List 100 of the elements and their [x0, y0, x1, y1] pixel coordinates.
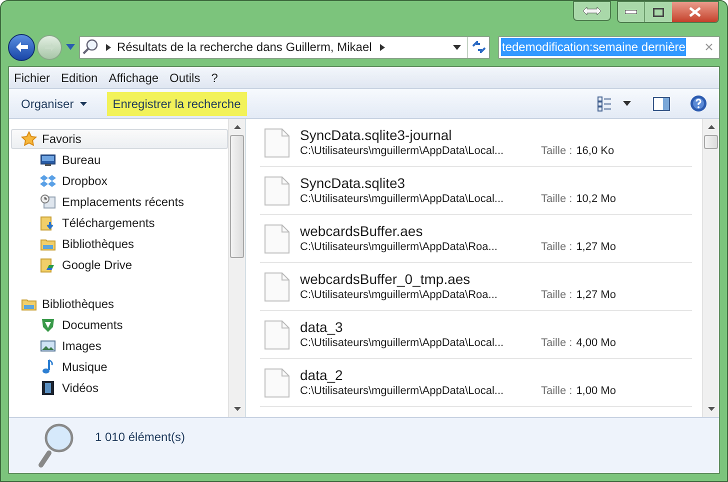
minimize-icon	[625, 10, 637, 14]
download-folder-icon	[40, 214, 56, 230]
file-name: data_2	[300, 366, 344, 384]
film-icon	[40, 380, 56, 396]
resize-button[interactable]	[573, 1, 611, 21]
back-button[interactable]	[8, 34, 35, 60]
scrollbar[interactable]	[228, 119, 245, 417]
file-name: webcardsBuffer.aes	[300, 222, 424, 240]
monitor-icon	[40, 152, 56, 168]
clock-folder-icon	[40, 194, 56, 210]
maximize-icon	[653, 8, 664, 16]
scroll-up-icon[interactable]	[234, 125, 240, 129]
nav-group-header[interactable]: Favoris	[11, 129, 228, 149]
scroll-thumb[interactable]	[704, 135, 718, 149]
nav-item[interactable]: Bibliothèques	[11, 233, 228, 254]
nav-item[interactable]: Documents	[11, 314, 228, 335]
file-row[interactable]: data_2 C:\Utilisateurs\mguillerm\AppData\Local... Taille : 1,00 Mo	[260, 359, 692, 407]
search-icon	[82, 39, 100, 55]
scroll-down-icon[interactable]	[234, 407, 240, 411]
search-text: tedemodification:semaine dernière	[501, 38, 686, 56]
image-icon	[40, 338, 56, 354]
nav-item[interactable]: Téléchargements	[11, 212, 228, 233]
file-icon	[264, 128, 290, 158]
double-arrow-icon	[583, 7, 601, 15]
scroll-thumb[interactable]	[230, 135, 244, 258]
drive-folder-icon	[40, 256, 56, 272]
dropdown-icon[interactable]	[453, 44, 461, 50]
nav-group-header[interactable]: Bibliothèques	[11, 294, 228, 314]
caret-icon	[80, 102, 87, 106]
file-row[interactable]: data_3 C:\Utilisateurs\mguillerm\AppData\Local... Taille : 4,00 Mo	[260, 311, 692, 359]
file-row[interactable]: webcardsBuffer_0_tmp.aes C:\Utilisateurs\mguillerm\AppData\Roa... Taille : 1,27 Mo	[260, 263, 692, 311]
menu-item[interactable]: Edition	[61, 68, 98, 86]
breadcrumb[interactable]: Résultats de la recherche dans Guillerm, Mikael	[117, 38, 372, 56]
file-path: C:\Utilisateurs\mguillerm\AppData\Local...	[300, 144, 505, 159]
menu-item[interactable]: Outils	[170, 68, 200, 86]
forward-arrow-icon	[44, 42, 56, 52]
shield-icon	[40, 316, 56, 332]
nav-item[interactable]: Vidéos	[11, 377, 228, 398]
nav-item[interactable]: Musique	[11, 356, 228, 377]
file-icon	[264, 272, 290, 302]
box-icon	[40, 172, 56, 188]
close-icon	[689, 7, 701, 17]
file-icon	[264, 176, 290, 206]
star-icon	[21, 131, 37, 147]
back-arrow-icon	[14, 41, 28, 53]
scroll-up-icon[interactable]	[708, 125, 714, 129]
organize-button[interactable]: Organiser	[21, 94, 87, 112]
scroll-down-icon[interactable]	[708, 407, 714, 411]
maximize-button[interactable]	[645, 2, 672, 22]
caret-icon[interactable]	[623, 101, 631, 106]
file-path: C:\Utilisateurs\mguillerm\AppData\Local...	[300, 384, 505, 399]
file-path: C:\Utilisateurs\mguillerm\AppData\Roa...	[300, 240, 498, 255]
file-icon	[264, 368, 290, 398]
item-count: 1 010 élément(s)	[95, 428, 186, 446]
help-icon[interactable]	[690, 95, 707, 112]
file-row[interactable]: SyncData.sqlite3 C:\Utilisateurs\mguillerm\AppData\Local... Taille : 10,2 Mo	[260, 167, 692, 215]
file-size: 4,00 Mo	[576, 336, 616, 351]
file-name: SyncData.sqlite3-journal	[300, 126, 453, 144]
size-label: Taille :	[541, 384, 572, 399]
size-label: Taille :	[541, 192, 572, 207]
file-size: 1,27 Mo	[576, 240, 616, 255]
file-size: 10,2 Mo	[576, 192, 616, 207]
nav-item[interactable]: Google Drive	[11, 254, 228, 275]
magnifier-icon	[37, 422, 75, 468]
size-label: Taille :	[541, 240, 572, 255]
save-search-button[interactable]: Enregistrer la recherche	[106, 92, 247, 116]
clear-icon[interactable]	[705, 43, 713, 51]
chevron-icon	[380, 44, 385, 50]
minimize-button[interactable]	[618, 2, 645, 22]
size-label: Taille :	[541, 336, 572, 351]
file-path: C:\Utilisateurs\mguillerm\AppData\Local...	[300, 336, 505, 351]
nav-item[interactable]: Emplacements récents	[11, 191, 228, 212]
close-button[interactable]	[672, 2, 718, 22]
size-label: Taille :	[541, 288, 572, 303]
menu-item[interactable]: Affichage	[108, 68, 159, 86]
chevron-icon	[106, 44, 111, 50]
file-path: C:\Utilisateurs\mguillerm\AppData\Local...	[300, 192, 505, 207]
refresh-icon	[472, 41, 486, 53]
address-bar[interactable]: Résultats de la recherche dans Guillerm, Mikael	[79, 36, 490, 58]
file-row[interactable]: SyncData.sqlite3-journal C:\Utilisateurs\mguillerm\AppData\Local... Taille : 16,0 Ko	[260, 119, 692, 167]
file-path: C:\Utilisateurs\mguillerm\AppData\Roa...	[300, 288, 498, 303]
file-name: webcardsBuffer_0_tmp.aes	[300, 270, 472, 288]
size-label: Taille :	[541, 144, 572, 159]
music-note-icon	[40, 358, 56, 374]
file-row[interactable]: webcardsBuffer.aes C:\Utilisateurs\mguillerm\AppData\Roa... Taille : 1,27 Mo	[260, 215, 692, 263]
menu-item[interactable]: ?	[211, 68, 218, 86]
nav-item[interactable]: Dropbox	[11, 170, 228, 191]
view-options-icon[interactable]	[597, 96, 611, 112]
file-icon	[264, 320, 290, 350]
scrollbar[interactable]	[702, 119, 719, 417]
file-size: 16,0 Ko	[576, 144, 614, 159]
file-size: 1,27 Mo	[576, 288, 616, 303]
file-icon	[264, 224, 290, 254]
nav-item[interactable]: Bureau	[11, 149, 228, 170]
file-size: 1,00 Mo	[576, 384, 616, 399]
nav-item[interactable]: Images	[11, 335, 228, 356]
file-name: SyncData.sqlite3	[300, 174, 406, 192]
preview-pane-icon[interactable]	[653, 96, 670, 110]
menu-item[interactable]: Fichier	[14, 68, 50, 86]
file-name: data_3	[300, 318, 344, 336]
